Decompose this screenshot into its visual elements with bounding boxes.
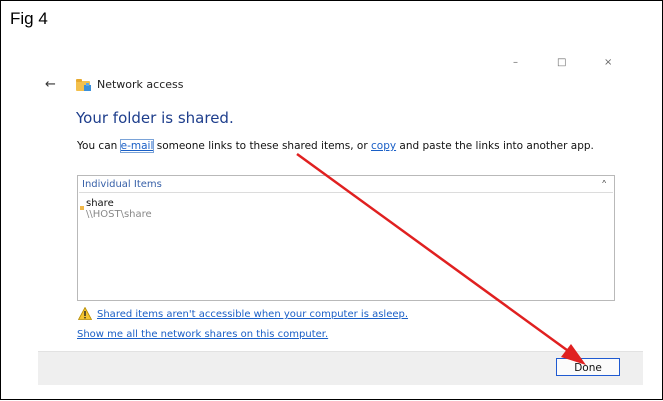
divider: [79, 192, 613, 193]
arrow-left-icon[interactable]: ←: [45, 77, 56, 92]
page-heading: Your folder is shared.: [76, 109, 234, 127]
items-header: Individual Items: [82, 179, 162, 190]
warning-icon: [78, 307, 92, 320]
shared-item-path: \\HOST\share: [86, 209, 152, 220]
close-icon[interactable]: ×: [604, 57, 612, 68]
window-title: Network access: [97, 78, 184, 91]
done-button[interactable]: Done: [556, 358, 620, 376]
maximize-icon[interactable]: □: [557, 57, 566, 68]
show-network-shares-link[interactable]: Show me all the network shares on this c…: [77, 329, 328, 340]
description-prefix: You can: [77, 140, 121, 152]
email-link[interactable]: e-mail: [119, 139, 155, 153]
asleep-warning-link[interactable]: Shared items aren't accessible when your…: [97, 309, 408, 320]
chevron-up-icon[interactable]: ^: [602, 179, 606, 188]
network-folder-icon: [76, 79, 91, 91]
share-folder-icon: [80, 206, 84, 210]
description-text: You can e-mail someone links to these sh…: [77, 139, 594, 153]
copy-link[interactable]: copy: [371, 140, 396, 152]
figure-frame: Fig 4 – □ × ← Network access Your folder…: [0, 0, 663, 400]
description-middle: someone links to these shared items, or: [153, 140, 371, 152]
dialog-footer: [38, 351, 643, 385]
minimize-icon[interactable]: –: [513, 57, 518, 68]
figure-label: Fig 4: [10, 9, 48, 28]
shared-item-name[interactable]: share: [86, 198, 114, 209]
individual-items-list[interactable]: Individual Items ^ share \\HOST\share: [77, 175, 615, 301]
description-suffix: and paste the links into another app.: [396, 140, 594, 152]
